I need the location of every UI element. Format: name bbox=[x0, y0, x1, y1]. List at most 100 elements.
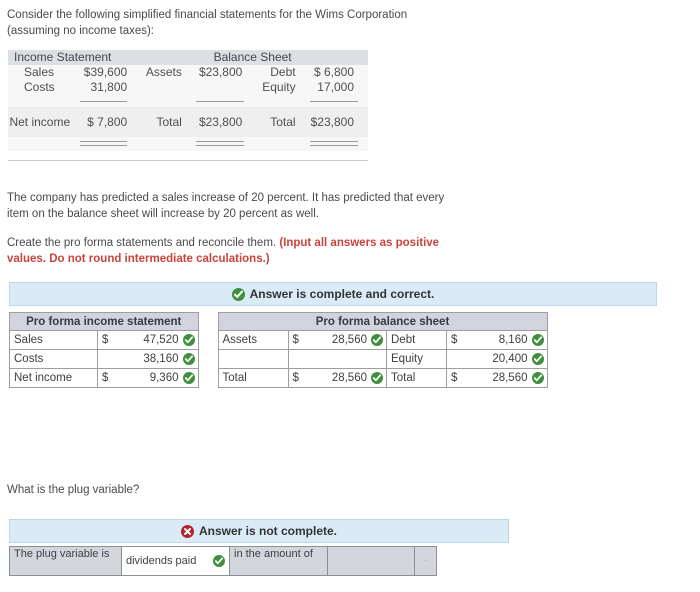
dbl-spacer-2 bbox=[137, 137, 188, 151]
answer-label-assets: Assets bbox=[217, 330, 289, 350]
given-is-label-net-income: Net income bbox=[8, 107, 72, 137]
intro-line-2: (assuming no income taxes): bbox=[7, 25, 155, 37]
answer-currency-equity bbox=[446, 349, 467, 369]
answer-label-blank bbox=[217, 349, 289, 369]
balance-sheet-header: Balance Sheet bbox=[137, 50, 368, 65]
pro-forma-answer-grid: Pro forma income statement Pro forma bal… bbox=[9, 312, 548, 388]
plug-prefix-cell: The plug variable is bbox=[9, 546, 122, 576]
check-circle-icon bbox=[531, 372, 544, 384]
check-circle-icon bbox=[182, 353, 195, 365]
answer-value-total-assets: 28,560 bbox=[331, 372, 367, 384]
answer-value-net-income: 9,360 bbox=[149, 372, 179, 384]
answer-label-equity: Equity bbox=[386, 349, 447, 369]
given-row-costs: Costs 31,800 Equity 17,000 bbox=[8, 80, 368, 95]
plug-middle-cell: in the amount of bbox=[229, 546, 328, 576]
given-bs-value-assets: $23,800 bbox=[187, 65, 255, 80]
answer-value-blank-cell bbox=[308, 349, 387, 369]
rule-spacer-1 bbox=[8, 95, 72, 107]
answer-currency-blank bbox=[287, 349, 309, 369]
status-banner-correct: Answer is complete and correct. bbox=[9, 282, 657, 306]
answer-label-costs: Costs bbox=[9, 349, 98, 369]
given-row-totals: Net income $ 7,800 Total $23,800 Total $… bbox=[8, 107, 368, 137]
answer-value-costs: 38,160 bbox=[143, 353, 179, 365]
answer-header-row: Pro forma income statement Pro forma bal… bbox=[9, 312, 548, 331]
answer-value-total-liab-equity: 28,560 bbox=[492, 372, 528, 384]
check-circle-icon bbox=[182, 334, 195, 346]
given-row-sales: Sales $39,600 Assets $23,800 Debt $ 6,80… bbox=[8, 65, 368, 80]
answer-value-costs-cell[interactable]: 38,160 bbox=[118, 349, 199, 369]
prediction-line-1: The company has predicted a sales increa… bbox=[7, 192, 445, 204]
answer-value-debt: 8,160 bbox=[498, 334, 528, 346]
status-banner-incomplete-text: Answer is not complete. bbox=[198, 524, 338, 538]
answer-grid-spacer bbox=[198, 369, 218, 388]
answer-value-assets-cell[interactable]: 28,560 bbox=[308, 330, 387, 350]
rule-debt-equity bbox=[301, 95, 368, 107]
answer-currency-assets: $ bbox=[287, 330, 309, 350]
intro-line-1: Consider the following simplified financ… bbox=[7, 9, 408, 21]
answer-grid-spacer bbox=[198, 331, 218, 350]
instruction-bold-b: values. Do not round intermediate calcul… bbox=[7, 253, 270, 265]
dbl-spacer-1 bbox=[8, 137, 72, 151]
given-is-label-sales: Sales bbox=[8, 65, 72, 80]
table-row: Sales $ 47,520 Assets $ 28,560 Debt $ 8,… bbox=[9, 330, 548, 350]
status-banner-incomplete: Answer is not complete. bbox=[9, 519, 509, 543]
plug-answer-select[interactable]: dividends paid bbox=[121, 546, 230, 576]
plug-amount-input[interactable] bbox=[327, 546, 415, 576]
answer-label-debt: Debt bbox=[386, 330, 447, 350]
answer-label-total-liab-equity: Total bbox=[386, 368, 447, 388]
answer-value-sales-cell[interactable]: 47,520 bbox=[118, 330, 199, 350]
table-row: The plug variable is dividends paid in t… bbox=[9, 546, 437, 576]
given-is-value-net-income: $ 7,800 bbox=[71, 107, 138, 137]
pro-forma-balance-sheet-header: Pro forma balance sheet bbox=[217, 312, 548, 331]
intro-paragraph: Consider the following simplified financ… bbox=[7, 7, 507, 39]
given-bs-label-total-left: Total bbox=[137, 107, 188, 137]
given-bs-label-assets: Assets bbox=[137, 65, 188, 80]
answer-currency-net-income: $ bbox=[97, 368, 118, 388]
check-circle-icon bbox=[213, 555, 225, 567]
rule-assets bbox=[187, 95, 255, 107]
answer-currency-debt: $ bbox=[446, 330, 467, 350]
status-banner-correct-text: Answer is complete and correct. bbox=[249, 287, 435, 301]
answer-grid-spacer-header bbox=[198, 313, 218, 331]
prediction-line-2: item on the balance sheet will increase … bbox=[7, 208, 319, 220]
answer-label-total-assets: Total bbox=[217, 368, 289, 388]
check-circle-icon bbox=[531, 334, 544, 346]
given-subtotal-rule bbox=[8, 95, 368, 107]
answer-label-net-income: Net income bbox=[9, 368, 98, 388]
plug-answer-value: dividends paid bbox=[126, 555, 197, 567]
given-bs-label-debt: Debt bbox=[254, 65, 302, 80]
check-circle-icon bbox=[231, 287, 245, 301]
answer-value-net-income-cell[interactable]: 9,360 bbox=[118, 368, 199, 388]
given-is-value-costs: 31,800 bbox=[71, 80, 138, 95]
answer-value-total-assets-cell[interactable]: 28,560 bbox=[308, 368, 387, 388]
answer-currency-sales: $ bbox=[97, 330, 118, 350]
check-circle-icon bbox=[371, 334, 383, 346]
answer-value-sales: 47,520 bbox=[143, 334, 179, 346]
answer-value-assets: 28,560 bbox=[331, 334, 367, 346]
answer-currency-total-assets: $ bbox=[287, 368, 309, 388]
plug-trailing-cell: · bbox=[414, 546, 437, 576]
plug-variable-answer-row: The plug variable is dividends paid in t… bbox=[9, 546, 437, 576]
instruction-bold-a: (Input all answers as positive bbox=[279, 237, 440, 249]
answer-label-sales: Sales bbox=[9, 330, 98, 350]
answer-currency-costs bbox=[97, 349, 118, 369]
answer-value-equity-cell[interactable]: 20,400 bbox=[467, 349, 548, 369]
dbl-spacer-3 bbox=[254, 137, 302, 151]
table-row: Costs 38,160 Equity 20,400 bbox=[9, 349, 548, 369]
dbl-assets bbox=[187, 137, 255, 151]
answer-value-debt-cell[interactable]: 8,160 bbox=[467, 330, 548, 350]
answer-currency-total-liab-equity: $ bbox=[446, 368, 467, 388]
instruction-paragraph: Create the pro forma statements and reco… bbox=[7, 235, 512, 267]
given-bs-label-equity: Equity bbox=[254, 80, 302, 95]
table-row: Net income $ 9,360 Total $ 28,560 Total … bbox=[9, 368, 548, 388]
given-bs-label-total-right: Total bbox=[254, 107, 302, 137]
rule-spacer-3 bbox=[254, 95, 302, 107]
given-bs-value-empty bbox=[187, 80, 255, 95]
given-bs-label-empty bbox=[137, 80, 188, 95]
instruction-plain: Create the pro forma statements and reco… bbox=[7, 237, 280, 249]
given-total-double-rule bbox=[8, 137, 368, 151]
dbl-income bbox=[71, 137, 138, 151]
income-statement-header: Income Statement bbox=[8, 50, 138, 65]
check-circle-icon bbox=[182, 372, 195, 384]
answer-value-total-liab-equity-cell[interactable]: 28,560 bbox=[467, 368, 548, 388]
